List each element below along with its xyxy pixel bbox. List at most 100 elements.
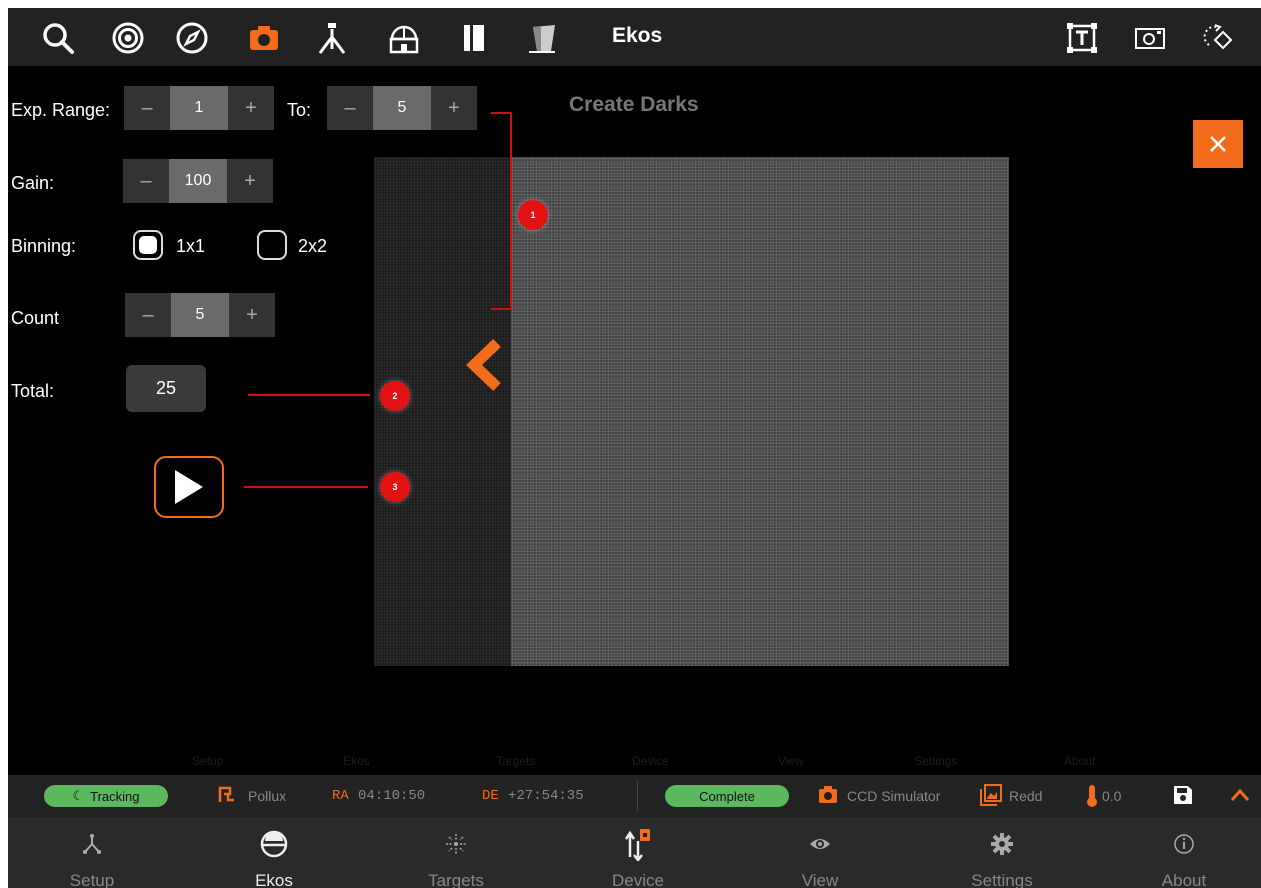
annotation-line-2 <box>248 394 370 396</box>
nav-view[interactable]: View <box>760 817 880 888</box>
nav-label: Settings <box>971 871 1033 888</box>
decrement-button[interactable]: – <box>123 159 169 203</box>
chevron-up-icon[interactable] <box>1230 787 1250 803</box>
gain-label: Gain: <box>11 173 55 193</box>
bottom-nav: Setup Ekos Targets Device View Settings … <box>8 817 1261 888</box>
tripod-icon <box>83 834 101 854</box>
exp-range-to-value[interactable]: 5 <box>373 86 431 130</box>
divider <box>637 781 638 811</box>
de-label: DE <box>482 788 499 804</box>
close-icon <box>1210 136 1226 152</box>
nav-ekos[interactable]: Ekos <box>214 817 334 888</box>
target-icon[interactable] <box>108 18 148 58</box>
camera-icon <box>819 786 837 803</box>
nav-label: Targets <box>428 871 484 888</box>
device-icon <box>624 829 650 861</box>
ghost-label: Setup <box>192 754 224 768</box>
app-screen: Ekos Create Darks Exp. Range: – 1 + To: … <box>8 8 1261 888</box>
increment-button[interactable]: + <box>228 86 274 130</box>
filter-name: Redd <box>1009 788 1043 804</box>
top-toolbar: Ekos <box>8 8 1261 66</box>
ghost-label: Ekos <box>343 754 370 768</box>
nav-label: About <box>1161 871 1207 888</box>
preview-side-panel <box>374 157 512 666</box>
annotation-bracket-top <box>491 112 511 114</box>
target-name: Pollux <box>248 788 287 804</box>
capture-status-badge: Complete <box>665 785 789 807</box>
annotation-marker-3: 3 <box>380 472 410 502</box>
exp-range-to-stepper[interactable]: – 5 + <box>327 86 477 130</box>
total-value: 25 <box>126 365 206 412</box>
annotation-marker-1: 1 <box>518 200 548 230</box>
binning-label: Binning: <box>11 236 77 256</box>
dialog-title: Create Darks <box>569 93 699 116</box>
save-icon[interactable] <box>1173 785 1193 805</box>
camera-icon[interactable] <box>244 18 284 58</box>
observatory-icon <box>260 830 288 858</box>
binning-1x1-label: 1x1 <box>176 236 206 256</box>
nav-label: Setup <box>69 871 115 888</box>
play-icon <box>175 470 203 504</box>
annotation-bracket <box>510 112 512 310</box>
start-capture-button[interactable] <box>154 456 224 518</box>
nav-label: Ekos <box>255 871 293 888</box>
annotation-marker-2: 2 <box>380 381 410 411</box>
count-value[interactable]: 5 <box>171 293 229 337</box>
decrement-button[interactable]: – <box>124 86 170 130</box>
nav-about[interactable]: About <box>1124 817 1244 888</box>
binning-1x1-radio[interactable] <box>133 230 163 260</box>
chevron-left-icon[interactable] <box>464 338 504 392</box>
exp-range-label: Exp. Range: <box>11 100 111 120</box>
ghost-label: Targets <box>496 754 536 768</box>
exp-range-to-label: To: <box>287 100 312 120</box>
frame-icon[interactable] <box>1130 18 1170 58</box>
binning-2x2-radio[interactable] <box>257 230 287 260</box>
ghost-label: View <box>778 754 804 768</box>
nav-device[interactable]: Device <box>578 817 698 888</box>
moon-icon: ☾ <box>72 788 85 803</box>
eye-icon <box>810 839 830 849</box>
count-label: Count <box>11 308 60 328</box>
exp-range-from-stepper[interactable]: – 1 + <box>124 86 274 130</box>
observatory-icon[interactable] <box>384 18 424 58</box>
temperature-value: 0.0 <box>1102 788 1122 804</box>
info-icon <box>1174 834 1194 854</box>
close-button[interactable] <box>1193 120 1243 168</box>
target-marker-icon <box>218 786 234 802</box>
filter-wheel-icon <box>980 784 1002 806</box>
compass-icon[interactable] <box>172 18 212 58</box>
rotate-icon[interactable] <box>1198 18 1238 58</box>
decrement-button[interactable]: – <box>327 86 373 130</box>
nav-label: Device <box>612 871 664 888</box>
annotation-line-3 <box>244 486 368 488</box>
increment-button[interactable]: + <box>227 159 273 203</box>
text-box-icon[interactable] <box>1062 18 1102 58</box>
ghost-label: About <box>1064 754 1096 768</box>
tripod-icon[interactable] <box>312 18 352 58</box>
tracking-label: Tracking <box>90 788 140 804</box>
search-icon[interactable] <box>38 18 78 58</box>
gain-stepper[interactable]: – 100 + <box>123 159 273 203</box>
decrement-button[interactable]: – <box>125 293 171 337</box>
annotation-bracket-bottom <box>491 308 511 310</box>
book-icon[interactable] <box>454 18 494 58</box>
app-title: Ekos <box>612 24 663 47</box>
increment-button[interactable]: + <box>229 293 275 337</box>
increment-button[interactable]: + <box>431 86 477 130</box>
camera-name: CCD Simulator <box>847 788 941 804</box>
dark-frame-preview <box>511 157 1009 666</box>
nav-settings[interactable]: Settings <box>942 817 1062 888</box>
nav-label: View <box>801 871 839 888</box>
targets-icon <box>446 834 466 854</box>
gain-value[interactable]: 100 <box>169 159 227 203</box>
nav-targets[interactable]: Targets <box>396 817 516 888</box>
status-bar: ☾ Tracking Pollux RA 04:10:50 DE +27:54:… <box>8 775 1261 817</box>
exp-range-from-value[interactable]: 1 <box>170 86 228 130</box>
tracking-badge[interactable]: ☾ Tracking <box>44 785 168 807</box>
nav-setup[interactable]: Setup <box>32 817 152 888</box>
count-stepper[interactable]: – 5 + <box>125 293 275 337</box>
ghost-label: Device <box>632 754 669 768</box>
thermometer-icon <box>1087 785 1097 807</box>
telescope-icon[interactable] <box>522 18 562 58</box>
ra-label: RA <box>332 788 349 804</box>
